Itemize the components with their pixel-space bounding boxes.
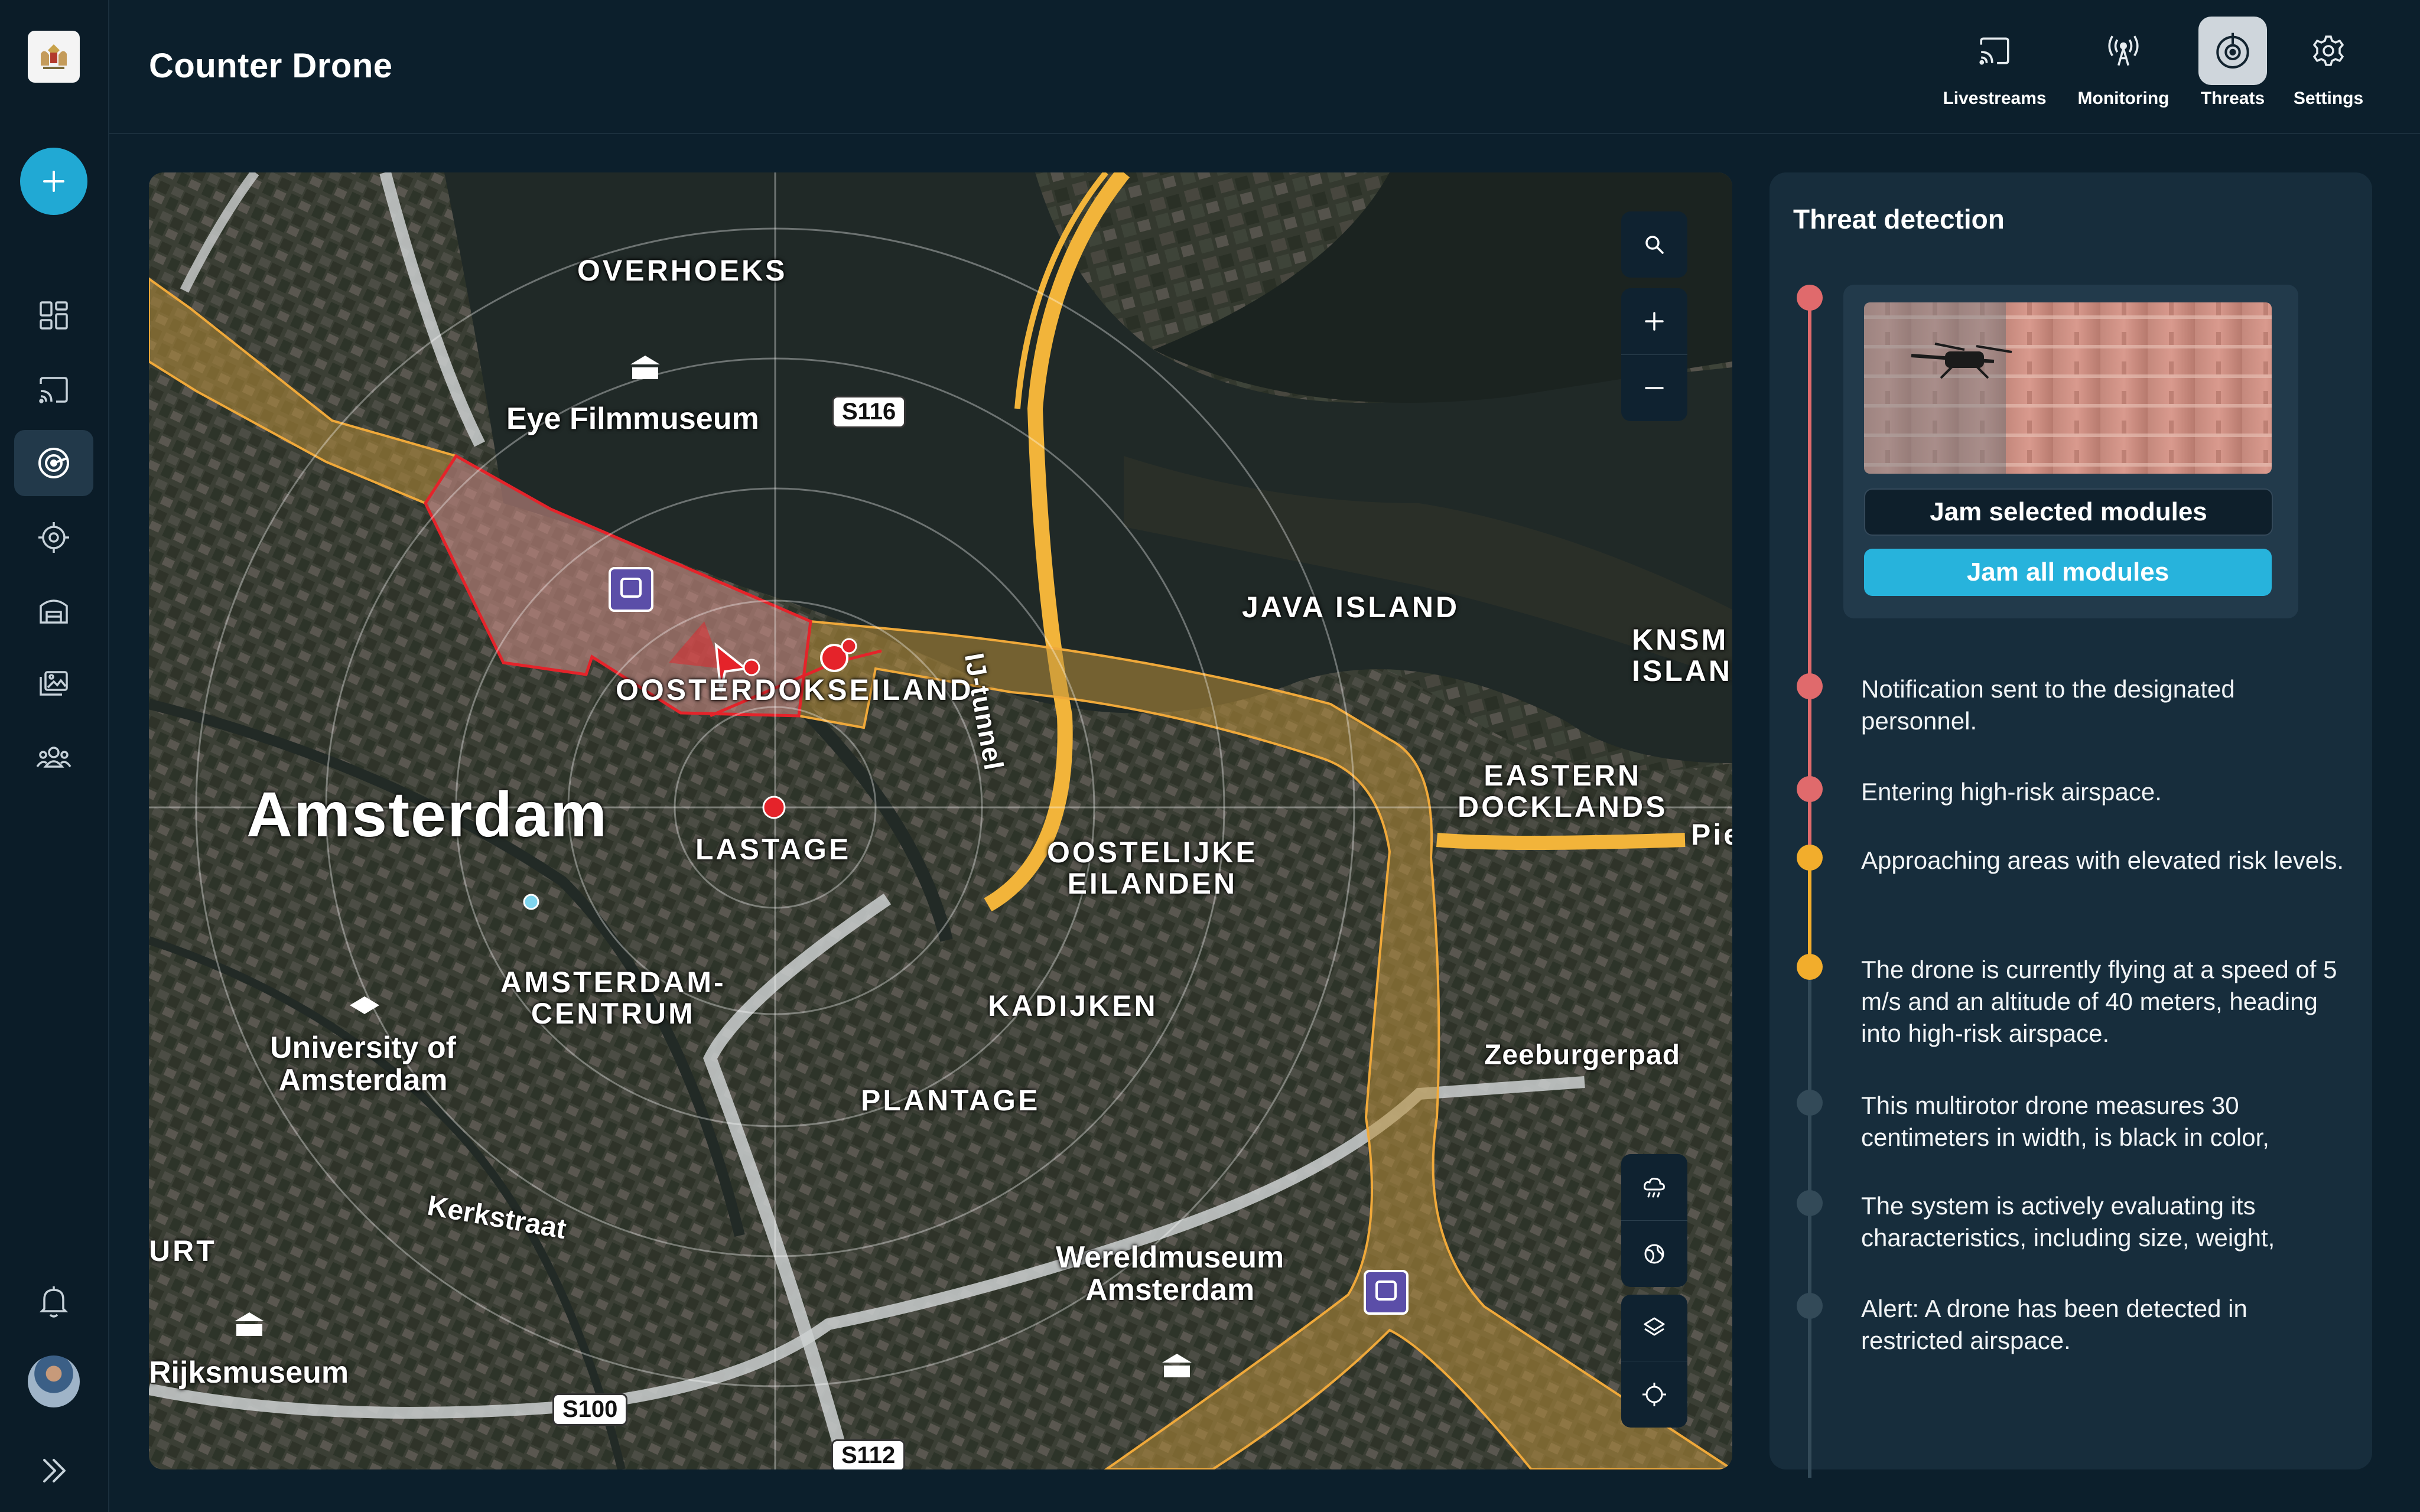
- tab-label: Livestreams: [1943, 89, 2047, 108]
- weather-layer-button[interactable]: [1621, 1154, 1687, 1221]
- map-label-oosterdokseiland: OOSTERDOKSEILAND: [616, 673, 974, 706]
- map-label-eye-filmmuseum: Eye Filmmuseum: [506, 402, 759, 436]
- sidebar-item-gallery[interactable]: [14, 651, 93, 717]
- map-label-knsm-island: KNSM ISLAND: [1632, 623, 1732, 687]
- map-label-wereldmuseum: Wereldmuseum Amsterdam: [1056, 1240, 1284, 1307]
- plus-icon: [43, 171, 64, 192]
- page-title: Counter Drone: [149, 47, 393, 85]
- tab-label: Settings: [2293, 89, 2364, 108]
- antenna-icon: [2089, 17, 2158, 85]
- weather-icon: [1644, 1178, 1665, 1198]
- tab-label: Monitoring: [2077, 89, 2169, 108]
- map-search-button[interactable]: [1621, 211, 1687, 278]
- sidebar-item-hangar[interactable]: [14, 578, 93, 644]
- drone-snapshot[interactable]: [1864, 302, 2272, 474]
- zoom-in-button[interactable]: [1621, 288, 1687, 355]
- timeline-event: Alert: A drone has been detected in rest…: [1861, 1295, 2247, 1354]
- sidebar-item-team[interactable]: [14, 724, 93, 790]
- drone-capture-card: Jam selected modules Jam all modules: [1843, 285, 2298, 618]
- sidebar: [0, 0, 109, 1512]
- bell-icon: [39, 1286, 69, 1318]
- threat-map[interactable]: OVERHOEKS Eye Filmmuseum JAVA ISLAND KNS…: [149, 172, 1732, 1469]
- jam-all-modules-button[interactable]: Jam all modules: [1864, 549, 2272, 596]
- map-label-urt: URT: [149, 1234, 217, 1267]
- target-icon: [38, 522, 69, 553]
- tab-settings[interactable]: Settings: [2281, 17, 2376, 117]
- map-label-amsterdam-centrum: AMSTERDAM- CENTRUM: [500, 966, 726, 1030]
- timeline-event: Entering high-risk airspace.: [1861, 778, 2162, 806]
- double-chevron-right-icon: [43, 1459, 66, 1482]
- map-label-kadijken: KADIJKEN: [988, 989, 1158, 1022]
- timeline-dot: [1797, 1190, 1823, 1216]
- timeline-dot: [1797, 954, 1823, 980]
- sidebar-item-livestreams[interactable]: [14, 357, 93, 423]
- drone-image: [1864, 302, 2272, 474]
- map-label-eastern-docklands: EASTERN DOCKLANDS: [1458, 759, 1668, 823]
- timeline-dot: [1797, 285, 1823, 311]
- tab-label: Threats: [2200, 89, 2265, 108]
- timeline-line-grey-bottom: [1808, 970, 1811, 1478]
- timeline-dot: [1797, 1293, 1823, 1319]
- layers-button[interactable]: [1621, 1295, 1687, 1361]
- gear-icon: [2294, 17, 2363, 85]
- sidebar-item-dashboard[interactable]: [14, 282, 93, 348]
- timeline-event: Approaching areas with elevated risk lev…: [1861, 846, 2344, 874]
- locate-icon: [1642, 1383, 1666, 1406]
- coat-of-arms-icon: [41, 44, 67, 69]
- radar-icon: [38, 448, 69, 478]
- locate-button[interactable]: [1621, 1361, 1687, 1428]
- threat-detection-panel: Threat detection Jam selected modules Ja…: [1770, 172, 2372, 1478]
- timeline-event: This multirotor drone measures 30 centim…: [1861, 1091, 2269, 1151]
- timeline-dot: [1797, 776, 1823, 802]
- team-icon: [36, 747, 71, 768]
- zoom-in-icon: [1645, 312, 1664, 331]
- gallery-icon: [40, 671, 68, 696]
- tab-livestreams[interactable]: Livestreams: [1943, 17, 2047, 117]
- cast-icon: [1960, 17, 2029, 85]
- tab-threats[interactable]: Threats: [2185, 17, 2280, 117]
- timeline-dot: [1797, 845, 1823, 871]
- timeline-event: The system is actively evaluating its ch…: [1861, 1192, 2275, 1252]
- map-label-java-island: JAVA ISLAND: [1242, 591, 1460, 624]
- notifications-button[interactable]: [14, 1269, 93, 1335]
- app-logo[interactable]: [28, 31, 80, 83]
- map-label-pie: Pie: [1691, 818, 1732, 851]
- tab-monitoring[interactable]: Monitoring: [2076, 17, 2171, 117]
- globe-icon: [1644, 1244, 1664, 1264]
- user-avatar[interactable]: [28, 1355, 80, 1407]
- sidebar-item-threats[interactable]: [14, 430, 93, 496]
- top-navigation: Livestreams Monitoring Threats Settings: [1943, 17, 2420, 117]
- panel-title: Threat detection: [1793, 204, 2005, 234]
- radar-target-icon: [2198, 17, 2267, 85]
- layers-icon: [1644, 1317, 1665, 1336]
- jam-selected-modules-button[interactable]: Jam selected modules: [1864, 488, 2273, 536]
- map-label-overhoeks: OVERHOEKS: [577, 254, 788, 287]
- map-label-amsterdam: Amsterdam: [246, 778, 609, 850]
- zoom-out-button[interactable]: [1621, 355, 1687, 421]
- search-icon: [1645, 236, 1664, 254]
- zoom-out-icon: [1645, 387, 1664, 389]
- road-badge-s112: S112: [831, 1439, 906, 1469]
- map-label-rijksmuseum: Rijksmuseum: [149, 1355, 349, 1390]
- map-label-university: University of Amsterdam: [270, 1031, 456, 1097]
- add-button[interactable]: [20, 148, 87, 215]
- map-label-plantage: PLANTAGE: [861, 1084, 1040, 1117]
- dashboard-icon: [40, 301, 68, 330]
- timeline-event: The drone is currently flying at a speed…: [1861, 956, 2337, 1047]
- map-label-lastage: LASTAGE: [695, 833, 851, 866]
- building-icon: [40, 599, 68, 624]
- sidebar-item-targets[interactable]: [14, 504, 93, 571]
- road-badge-s116: S116: [832, 396, 906, 428]
- globe-layer-button[interactable]: [1621, 1221, 1687, 1287]
- app-header: Counter Drone Livestreams Monitoring Thr…: [109, 0, 2420, 134]
- timeline-event: Notification sent to the designated pers…: [1861, 675, 2235, 735]
- cast-icon: [39, 377, 68, 403]
- timeline-dot: [1797, 1090, 1823, 1116]
- road-badge-s100: S100: [552, 1393, 628, 1426]
- timeline-dot: [1797, 673, 1823, 699]
- map-label-oostelijke-eilanden: OOSTELIJKE EILANDEN: [1047, 836, 1258, 900]
- map-label-zeeburgerpad: Zeeburgerpad: [1484, 1040, 1681, 1071]
- expand-sidebar-button[interactable]: [33, 1450, 74, 1491]
